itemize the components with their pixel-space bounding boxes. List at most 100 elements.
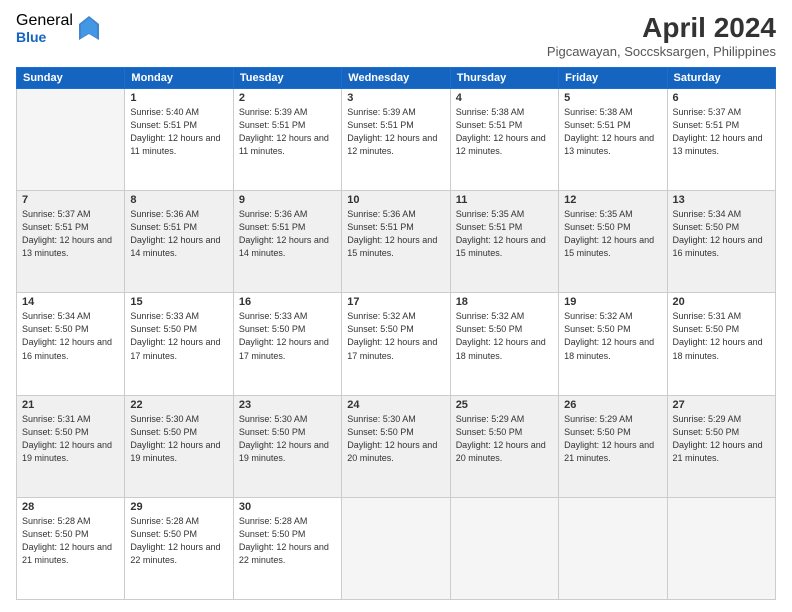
logo-icon [79,16,99,40]
day-cell: 8 Sunrise: 5:36 AMSunset: 5:51 PMDaylight… [125,191,233,293]
week-row-1: 1 Sunrise: 5:40 AMSunset: 5:51 PMDaylight… [17,89,776,191]
day-cell: 13 Sunrise: 5:34 AMSunset: 5:50 PMDayligh… [667,191,775,293]
day-cell [450,497,558,599]
day-info: Sunrise: 5:31 AMSunset: 5:50 PMDaylight:… [22,413,119,465]
day-info: Sunrise: 5:29 AMSunset: 5:50 PMDaylight:… [456,413,553,465]
day-number: 24 [347,399,444,411]
day-info: Sunrise: 5:32 AMSunset: 5:50 PMDaylight:… [347,310,444,362]
day-number: 25 [456,399,553,411]
day-number: 27 [673,399,770,411]
day-cell: 11 Sunrise: 5:35 AMSunset: 5:51 PMDayligh… [450,191,558,293]
day-info: Sunrise: 5:28 AMSunset: 5:50 PMDaylight:… [22,515,119,567]
col-header-tuesday: Tuesday [233,68,341,89]
col-header-sunday: Sunday [17,68,125,89]
day-info: Sunrise: 5:32 AMSunset: 5:50 PMDaylight:… [456,310,553,362]
day-number: 6 [673,92,770,104]
day-number: 26 [564,399,661,411]
day-cell: 10 Sunrise: 5:36 AMSunset: 5:51 PMDayligh… [342,191,450,293]
day-info: Sunrise: 5:35 AMSunset: 5:51 PMDaylight:… [456,208,553,260]
day-cell: 6 Sunrise: 5:37 AMSunset: 5:51 PMDaylight… [667,89,775,191]
day-info: Sunrise: 5:28 AMSunset: 5:50 PMDaylight:… [239,515,336,567]
page: General Blue April 2024 Pigcawayan, Socc… [0,0,792,612]
day-info: Sunrise: 5:40 AMSunset: 5:51 PMDaylight:… [130,106,227,158]
day-cell: 2 Sunrise: 5:39 AMSunset: 5:51 PMDaylight… [233,89,341,191]
day-cell [559,497,667,599]
day-info: Sunrise: 5:35 AMSunset: 5:50 PMDaylight:… [564,208,661,260]
day-cell: 17 Sunrise: 5:32 AMSunset: 5:50 PMDayligh… [342,293,450,395]
day-cell: 20 Sunrise: 5:31 AMSunset: 5:50 PMDayligh… [667,293,775,395]
day-number: 30 [239,501,336,513]
day-cell: 27 Sunrise: 5:29 AMSunset: 5:50 PMDayligh… [667,395,775,497]
day-number: 1 [130,92,227,104]
day-cell: 1 Sunrise: 5:40 AMSunset: 5:51 PMDaylight… [125,89,233,191]
day-info: Sunrise: 5:34 AMSunset: 5:50 PMDaylight:… [673,208,770,260]
day-info: Sunrise: 5:37 AMSunset: 5:51 PMDaylight:… [673,106,770,158]
title-block: April 2024 Pigcawayan, Soccsksargen, Phi… [547,12,776,59]
day-cell: 23Sunrise: 5:30 AMSunset: 5:50 PMDayligh… [233,395,341,497]
day-cell: 19 Sunrise: 5:32 AMSunset: 5:50 PMDayligh… [559,293,667,395]
day-number: 3 [347,92,444,104]
day-cell: 18 Sunrise: 5:32 AMSunset: 5:50 PMDayligh… [450,293,558,395]
day-number: 9 [239,194,336,206]
col-header-saturday: Saturday [667,68,775,89]
col-header-monday: Monday [125,68,233,89]
day-number: 17 [347,296,444,308]
day-number: 20 [673,296,770,308]
day-info: Sunrise: 5:36 AMSunset: 5:51 PMDaylight:… [130,208,227,260]
day-info: Sunrise: 5:33 AMSunset: 5:50 PMDaylight:… [130,310,227,362]
col-header-thursday: Thursday [450,68,558,89]
day-cell: 5 Sunrise: 5:38 AMSunset: 5:51 PMDaylight… [559,89,667,191]
day-info: Sunrise: 5:29 AMSunset: 5:50 PMDaylight:… [673,413,770,465]
day-info: Sunrise: 5:37 AMSunset: 5:51 PMDaylight:… [22,208,119,260]
day-cell: 14 Sunrise: 5:34 AMSunset: 5:50 PMDayligh… [17,293,125,395]
day-number: 10 [347,194,444,206]
day-number: 4 [456,92,553,104]
day-cell [17,89,125,191]
day-number: 13 [673,194,770,206]
day-number: 14 [22,296,119,308]
day-info: Sunrise: 5:38 AMSunset: 5:51 PMDaylight:… [564,106,661,158]
day-cell: 30 Sunrise: 5:28 AMSunset: 5:50 PMDayligh… [233,497,341,599]
day-cell: 24Sunrise: 5:30 AMSunset: 5:50 PMDayligh… [342,395,450,497]
day-cell: 28 Sunrise: 5:28 AMSunset: 5:50 PMDayligh… [17,497,125,599]
logo: General Blue [16,12,99,45]
day-info: Sunrise: 5:29 AMSunset: 5:50 PMDaylight:… [564,413,661,465]
main-title: April 2024 [547,12,776,44]
week-row-5: 28 Sunrise: 5:28 AMSunset: 5:50 PMDayligh… [17,497,776,599]
col-header-wednesday: Wednesday [342,68,450,89]
day-number: 28 [22,501,119,513]
day-cell: 22Sunrise: 5:30 AMSunset: 5:50 PMDayligh… [125,395,233,497]
day-info: Sunrise: 5:39 AMSunset: 5:51 PMDaylight:… [239,106,336,158]
day-cell [342,497,450,599]
day-info: Sunrise: 5:30 AMSunset: 5:50 PMDaylight:… [239,413,336,465]
day-info: Sunrise: 5:36 AMSunset: 5:51 PMDaylight:… [239,208,336,260]
day-number: 8 [130,194,227,206]
day-info: Sunrise: 5:36 AMSunset: 5:51 PMDaylight:… [347,208,444,260]
day-number: 16 [239,296,336,308]
logo-general: General [16,12,73,30]
day-info: Sunrise: 5:34 AMSunset: 5:50 PMDaylight:… [22,310,119,362]
day-cell: 26 Sunrise: 5:29 AMSunset: 5:50 PMDayligh… [559,395,667,497]
day-info: Sunrise: 5:31 AMSunset: 5:50 PMDaylight:… [673,310,770,362]
day-number: 15 [130,296,227,308]
day-cell: 25 Sunrise: 5:29 AMSunset: 5:50 PMDayligh… [450,395,558,497]
day-info: Sunrise: 5:32 AMSunset: 5:50 PMDaylight:… [564,310,661,362]
day-number: 2 [239,92,336,104]
day-info: Sunrise: 5:30 AMSunset: 5:50 PMDaylight:… [130,413,227,465]
day-cell: 16Sunrise: 5:33 AMSunset: 5:50 PMDayligh… [233,293,341,395]
week-row-3: 14 Sunrise: 5:34 AMSunset: 5:50 PMDayligh… [17,293,776,395]
day-cell: 21Sunrise: 5:31 AMSunset: 5:50 PMDayligh… [17,395,125,497]
day-info: Sunrise: 5:39 AMSunset: 5:51 PMDaylight:… [347,106,444,158]
col-header-friday: Friday [559,68,667,89]
day-cell [667,497,775,599]
day-number: 11 [456,194,553,206]
day-number: 18 [456,296,553,308]
week-row-2: 7Sunrise: 5:37 AMSunset: 5:51 PMDaylight… [17,191,776,293]
calendar-table: SundayMondayTuesdayWednesdayThursdayFrid… [16,67,776,600]
logo-text: General Blue [16,12,73,45]
day-info: Sunrise: 5:38 AMSunset: 5:51 PMDaylight:… [456,106,553,158]
day-cell: 7Sunrise: 5:37 AMSunset: 5:51 PMDaylight… [17,191,125,293]
day-number: 19 [564,296,661,308]
day-number: 5 [564,92,661,104]
day-number: 29 [130,501,227,513]
